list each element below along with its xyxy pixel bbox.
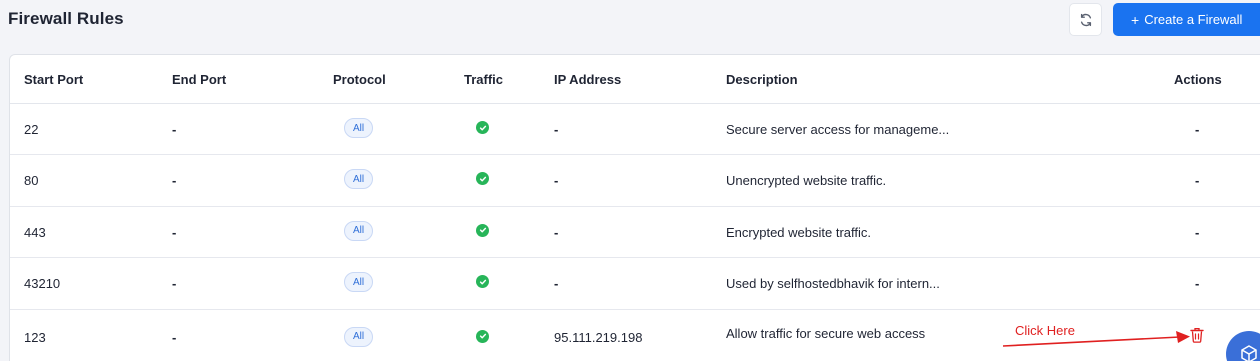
- description-cell: Encrypted website traffic.: [726, 224, 871, 240]
- actions-cell: -: [1195, 276, 1200, 292]
- protocol-badge: All: [344, 326, 374, 347]
- protocol-badge: All: [344, 118, 374, 138]
- check-icon: [476, 121, 489, 134]
- page-title: Firewall Rules: [8, 9, 124, 28]
- ip-address-cell: -: [554, 276, 559, 292]
- trash-icon: [1190, 327, 1204, 343]
- refresh-button[interactable]: [1069, 3, 1102, 36]
- cube-icon: [1241, 345, 1257, 361]
- start-port-cell: 123: [24, 329, 46, 345]
- plus-icon: +: [1131, 11, 1140, 28]
- annotation-arrow: [1002, 331, 1190, 347]
- table-row: 43210 - All - Used by selfhostedbhavik f…: [10, 258, 1260, 310]
- start-port-cell: 43210: [24, 276, 61, 292]
- actions-cell: -: [1195, 173, 1200, 189]
- table-row: 22 - All - Secure server access for mana…: [10, 104, 1260, 156]
- protocol-badge: All: [344, 169, 374, 190]
- create-firewall-label: Create a Firewall: [1144, 12, 1243, 27]
- description-cell: Allow traffic for secure web access: [726, 325, 926, 341]
- description-cell: Unencrypted website traffic.: [726, 173, 887, 189]
- start-port-cell: 22: [24, 122, 39, 137]
- protocol-badge: All: [344, 272, 374, 293]
- column-header-actions: Actions: [1174, 72, 1222, 87]
- ip-address-cell: 95.111.219.198: [554, 329, 643, 345]
- table-header: Start Port End Port Protocol Traffic IP …: [10, 55, 1260, 104]
- refresh-icon: [1080, 13, 1091, 26]
- end-port-cell: -: [172, 276, 177, 292]
- check-icon: [476, 275, 489, 289]
- check-icon: [476, 172, 489, 186]
- column-header-traffic: Traffic: [464, 72, 504, 87]
- start-port-cell: 443: [24, 224, 46, 240]
- column-header-description: Description: [726, 72, 798, 87]
- actions-cell: -: [1195, 122, 1200, 137]
- ip-address-cell: -: [554, 224, 559, 240]
- end-port-cell: -: [172, 122, 177, 137]
- end-port-cell: -: [172, 173, 177, 189]
- column-header-end-port: End Port: [172, 72, 227, 87]
- column-header-ip-address: IP Address: [554, 72, 622, 87]
- check-icon: [476, 223, 489, 237]
- end-port-cell: -: [172, 329, 177, 345]
- ip-address-cell: -: [554, 173, 559, 189]
- firewall-rules-table: Start Port End Port Protocol Traffic IP …: [9, 54, 1260, 361]
- protocol-badge: All: [344, 220, 374, 241]
- table-row: 80 - All - Unencrypted website traffic. …: [10, 155, 1260, 207]
- delete-rule-button[interactable]: [1190, 327, 1204, 348]
- column-header-protocol: Protocol: [333, 72, 386, 87]
- actions-cell: -: [1195, 224, 1200, 240]
- column-header-start-port: Start Port: [24, 72, 84, 87]
- create-firewall-button[interactable]: + Create a Firewall: [1113, 3, 1260, 36]
- end-port-cell: -: [172, 224, 177, 240]
- ip-address-cell: -: [554, 122, 559, 137]
- description-cell: Used by selfhostedbhavik for intern...: [726, 276, 940, 292]
- table-row: 443 - All - Encrypted website traffic. -: [10, 207, 1260, 259]
- start-port-cell: 80: [24, 173, 39, 189]
- check-icon: [476, 329, 489, 343]
- description-cell: Secure server access for manageme...: [726, 122, 950, 137]
